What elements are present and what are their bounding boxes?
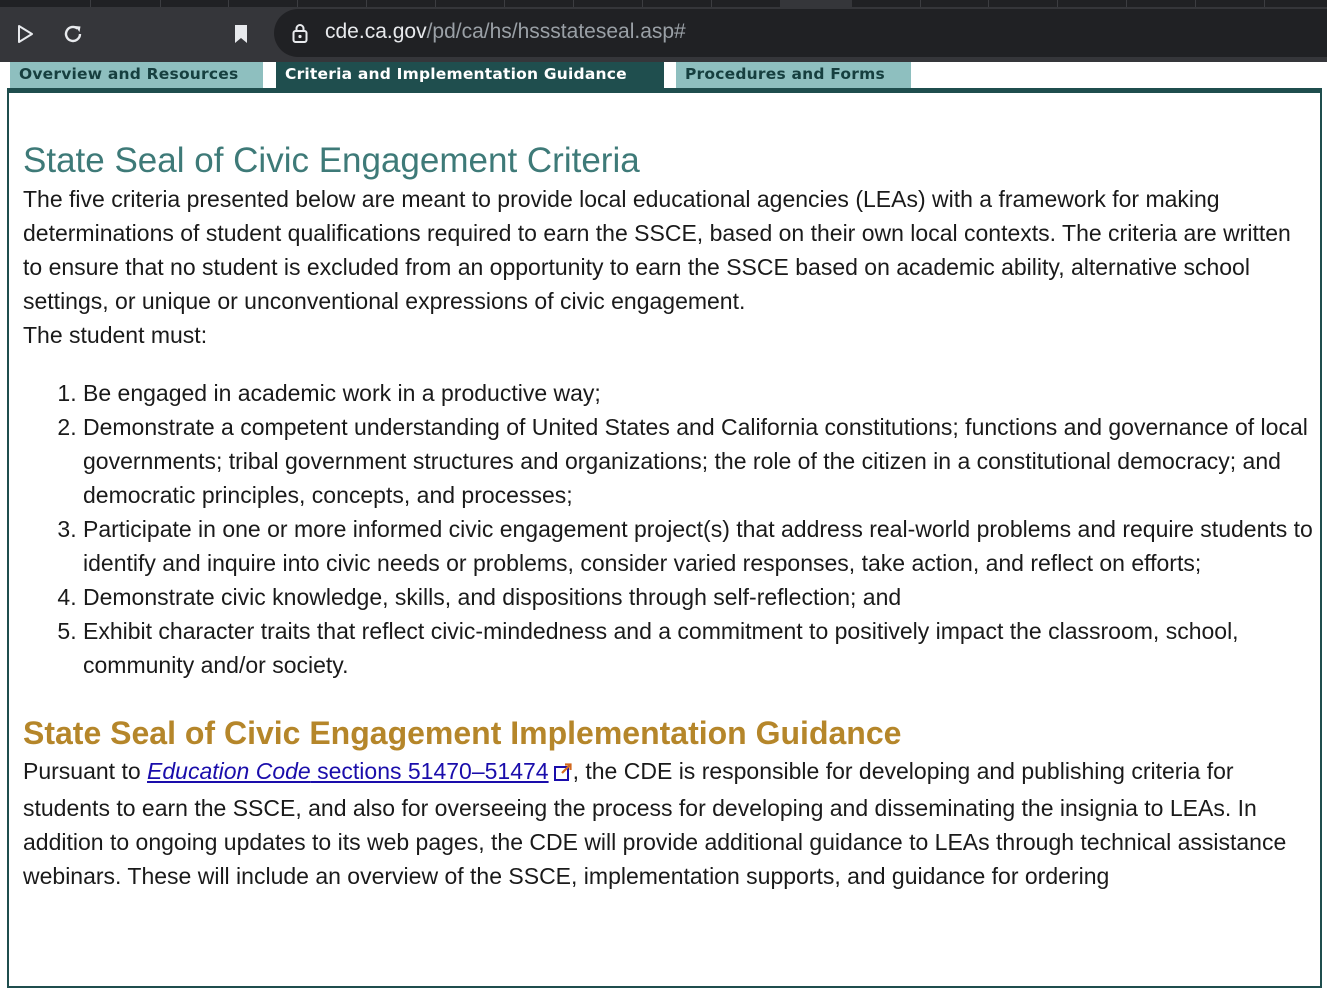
url-domain: cde.ca.gov: [325, 20, 427, 43]
url-path: /pd/ca/hs/hssstateseal.asp#: [426, 20, 686, 43]
main-content: State Seal of Civic Engagement Criteria …: [23, 140, 1313, 893]
criteria-list-item: Demonstrate civic knowledge, skills, and…: [83, 580, 1313, 614]
tab-procedures-and-forms[interactable]: Procedures and Forms: [676, 62, 911, 88]
implementation-prefix: Pursuant to: [23, 758, 148, 784]
implementation-heading: State Seal of Civic Engagement Implement…: [23, 715, 902, 751]
criteria-list-item: Demonstrate a competent understanding of…: [83, 410, 1313, 512]
criteria-list-item: Participate in one or more informed civi…: [83, 512, 1313, 580]
criteria-list-item: Be engaged in academic work in a product…: [83, 376, 1313, 410]
browser-toolbar: cde.ca.gov/pd/ca/hs/hssstateseal.asp#: [0, 0, 1327, 62]
reload-icon[interactable]: [57, 18, 89, 50]
criteria-lead-text: The student must:: [23, 322, 208, 348]
browser-tabstrip: [0, 0, 1327, 7]
education-code-link[interactable]: Education Code sections 51470–51474: [147, 758, 549, 784]
criteria-list: Be engaged in academic work in a product…: [23, 376, 1313, 682]
criteria-list-item: Exhibit character traits that reflect ci…: [83, 614, 1313, 682]
play-icon[interactable]: [9, 18, 41, 50]
education-code-link-rest: sections 51470–51474: [310, 758, 549, 784]
bookmark-icon[interactable]: [225, 18, 257, 50]
criteria-heading: State Seal of Civic Engagement Criteria: [23, 141, 640, 180]
url-text: cde.ca.gov/pd/ca/hs/hssstateseal.asp#: [325, 20, 686, 44]
tab-overview-and-resources[interactable]: Overview and Resources: [10, 62, 263, 88]
browser-active-tab[interactable]: [780, 0, 852, 7]
address-bar[interactable]: cde.ca.gov/pd/ca/hs/hssstateseal.asp#: [274, 9, 1327, 57]
tab-criteria-and-implementation-guidance[interactable]: Criteria and Implementation Guidance: [276, 62, 664, 88]
implementation-paragraph: Pursuant to Education Code sections 5147…: [23, 754, 1313, 893]
criteria-intro-paragraph: The five criteria presented below are me…: [23, 186, 1291, 314]
education-code-link-italic: Education Code: [147, 758, 311, 784]
external-link-icon[interactable]: [553, 757, 573, 791]
lock-icon: [292, 23, 308, 48]
